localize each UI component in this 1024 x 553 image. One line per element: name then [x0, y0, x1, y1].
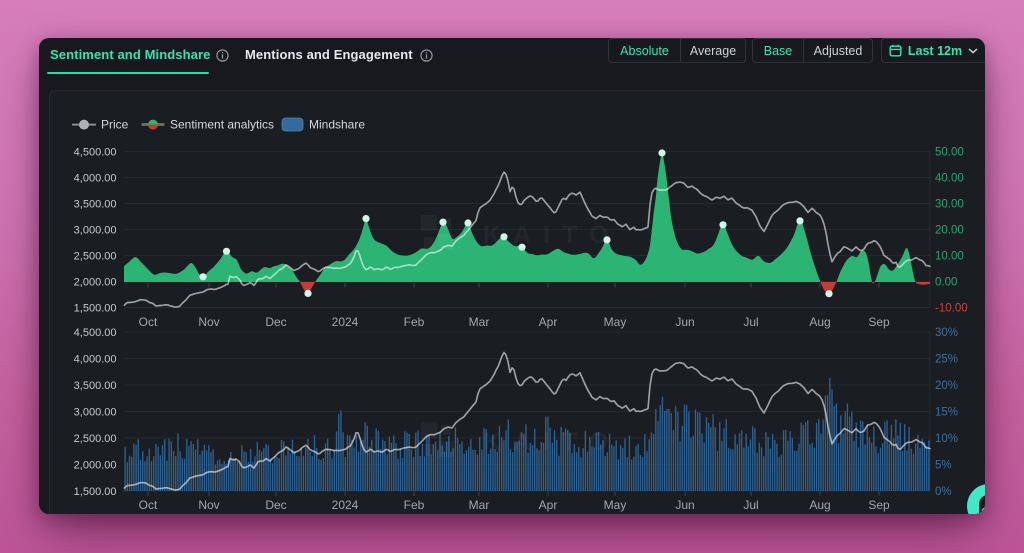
svg-text:2024: 2024: [332, 498, 359, 512]
svg-text:Aug: Aug: [809, 498, 830, 512]
svg-text:3,000.00: 3,000.00: [74, 225, 117, 237]
svg-text:Jun: Jun: [675, 315, 694, 329]
svg-text:15%: 15%: [935, 407, 958, 419]
svg-text:20%: 20%: [935, 380, 958, 392]
svg-text:3,000.00: 3,000.00: [74, 407, 117, 419]
svg-text:3,500.00: 3,500.00: [74, 199, 117, 211]
svg-text:May: May: [604, 498, 627, 512]
svg-text:30.00: 30.00: [935, 199, 964, 211]
svg-text:Mar: Mar: [469, 498, 490, 512]
svg-text:Apr: Apr: [539, 315, 558, 329]
svg-text:2,500.00: 2,500.00: [74, 433, 117, 445]
svg-text:Dec: Dec: [265, 498, 286, 512]
svg-text:Jul: Jul: [743, 315, 758, 329]
svg-text:Price: Price: [101, 118, 129, 132]
svg-text:4,000.00: 4,000.00: [74, 173, 117, 185]
svg-text:Mar: Mar: [469, 315, 490, 329]
svg-text:4,500.00: 4,500.00: [74, 147, 117, 159]
svg-text:4,000.00: 4,000.00: [74, 354, 117, 366]
svg-text:30%: 30%: [935, 327, 958, 339]
svg-text:2,500.00: 2,500.00: [74, 251, 117, 263]
svg-text:2,000.00: 2,000.00: [74, 460, 117, 472]
svg-text:Sep: Sep: [868, 315, 890, 329]
svg-text:4,500.00: 4,500.00: [74, 327, 117, 339]
svg-text:2024: 2024: [332, 315, 359, 329]
svg-text:Sentiment analytics: Sentiment analytics: [170, 118, 274, 132]
svg-text:0.00: 0.00: [935, 277, 957, 289]
svg-text:3,500.00: 3,500.00: [74, 380, 117, 392]
svg-text:0%: 0%: [935, 486, 952, 498]
svg-text:-10.00: -10.00: [935, 303, 968, 315]
svg-text:Feb: Feb: [404, 315, 425, 329]
svg-text:Mindshare: Mindshare: [309, 118, 365, 132]
svg-text:2,000.00: 2,000.00: [74, 277, 117, 289]
svg-text:5%: 5%: [935, 460, 952, 472]
svg-text:Feb: Feb: [404, 498, 425, 512]
svg-text:Jun: Jun: [675, 498, 694, 512]
svg-text:20.00: 20.00: [935, 225, 964, 237]
svg-text:40.00: 40.00: [935, 173, 964, 185]
svg-text:Oct: Oct: [139, 498, 158, 512]
svg-text:Nov: Nov: [198, 315, 219, 329]
svg-text:25%: 25%: [935, 354, 958, 366]
svg-text:Sep: Sep: [868, 498, 890, 512]
svg-text:Dec: Dec: [265, 315, 286, 329]
svg-text:1,500.00: 1,500.00: [74, 303, 117, 315]
svg-text:Aug: Aug: [809, 315, 830, 329]
svg-text:Apr: Apr: [539, 498, 558, 512]
svg-text:1,500.00: 1,500.00: [74, 486, 117, 498]
svg-text:10%: 10%: [935, 433, 958, 445]
svg-text:Nov: Nov: [198, 498, 219, 512]
svg-text:May: May: [604, 315, 627, 329]
svg-text:Oct: Oct: [139, 315, 158, 329]
svg-text:10.00: 10.00: [935, 251, 964, 263]
svg-text:50.00: 50.00: [935, 147, 964, 159]
svg-text:KAITO: KAITO: [483, 428, 620, 456]
svg-text:Jul: Jul: [743, 498, 758, 512]
